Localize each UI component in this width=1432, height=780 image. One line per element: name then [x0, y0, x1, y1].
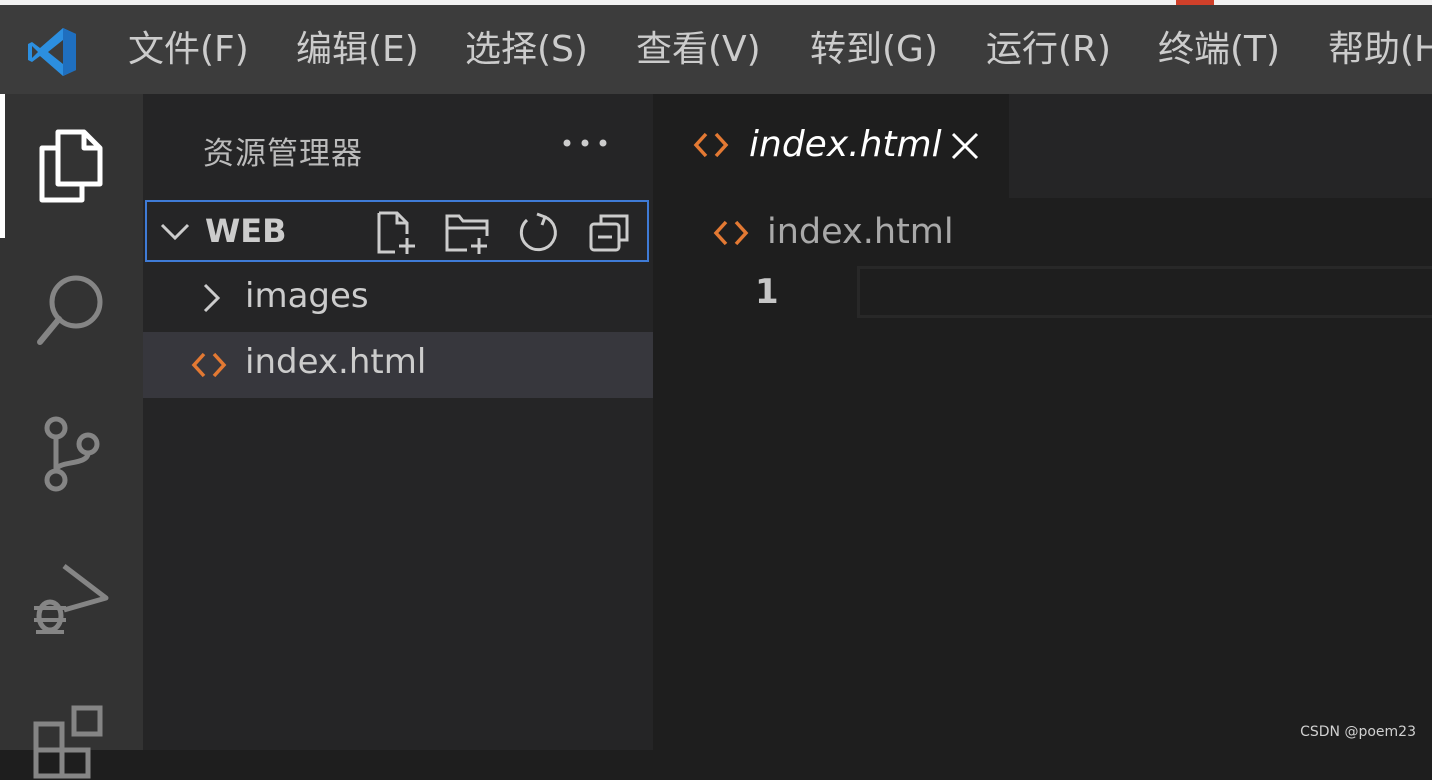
- chevron-right-icon[interactable]: [199, 282, 223, 314]
- menu-go[interactable]: 转到(G): [810, 28, 938, 72]
- menu-bar: 文件(F) 编辑(E) 选择(S) 查看(V) 转到(G) 运行(R) 终端(T…: [0, 6, 1432, 94]
- editor-area[interactable]: index.html 1: [653, 198, 1432, 750]
- chevron-down-icon[interactable]: [159, 219, 191, 243]
- editor-tabs: index.html: [653, 94, 1432, 198]
- vscode-logo-icon: [28, 28, 76, 76]
- tree-item-index-html[interactable]: index.html: [143, 332, 653, 398]
- line-number: 1: [755, 272, 779, 312]
- close-icon[interactable]: [949, 130, 981, 162]
- tree-item-images[interactable]: images: [143, 266, 653, 332]
- menu-selection[interactable]: 选择(S): [465, 28, 588, 72]
- source-control-icon[interactable]: [30, 414, 110, 494]
- background-window-edge: [0, 0, 1432, 5]
- new-folder-icon[interactable]: [443, 210, 489, 256]
- sidebar-title: 资源管理器: [203, 136, 363, 172]
- collapse-all-icon[interactable]: [587, 210, 633, 256]
- refresh-icon[interactable]: [515, 210, 561, 256]
- menu-edit[interactable]: 编辑(E): [296, 28, 419, 72]
- background-window-icon: [1176, 0, 1214, 5]
- html-file-icon: [693, 132, 729, 158]
- html-file-icon: [713, 220, 749, 246]
- menu-help[interactable]: 帮助(H): [1328, 28, 1432, 72]
- ellipsis-icon[interactable]: [561, 128, 609, 158]
- activity-bar: [0, 94, 143, 779]
- menu-terminal[interactable]: 终端(T): [1158, 28, 1280, 72]
- html-file-icon: [191, 352, 227, 378]
- explorer-sidebar: 资源管理器 WEB images index.html: [143, 94, 653, 750]
- breadcrumb[interactable]: index.html: [767, 212, 954, 252]
- menu-view[interactable]: 查看(V): [636, 28, 761, 72]
- new-file-icon[interactable]: [373, 210, 419, 256]
- menu-file[interactable]: 文件(F): [128, 28, 249, 72]
- menu-run[interactable]: 运行(R): [986, 28, 1111, 72]
- search-icon[interactable]: [30, 270, 110, 350]
- tree-item-label: index.html: [245, 342, 427, 382]
- tab-label: index.html: [749, 124, 942, 165]
- tree-item-label: images: [245, 276, 369, 316]
- explorer-icon[interactable]: [30, 126, 110, 206]
- extensions-icon[interactable]: [30, 700, 110, 780]
- active-indicator: [0, 94, 5, 238]
- watermark: CSDN @poem23: [1300, 724, 1416, 740]
- current-line-highlight[interactable]: [857, 266, 1432, 318]
- tab-index-html[interactable]: index.html: [653, 94, 1009, 198]
- workspace-header[interactable]: WEB: [145, 200, 649, 262]
- workspace-label: WEB: [205, 212, 287, 250]
- run-debug-icon[interactable]: [30, 558, 110, 638]
